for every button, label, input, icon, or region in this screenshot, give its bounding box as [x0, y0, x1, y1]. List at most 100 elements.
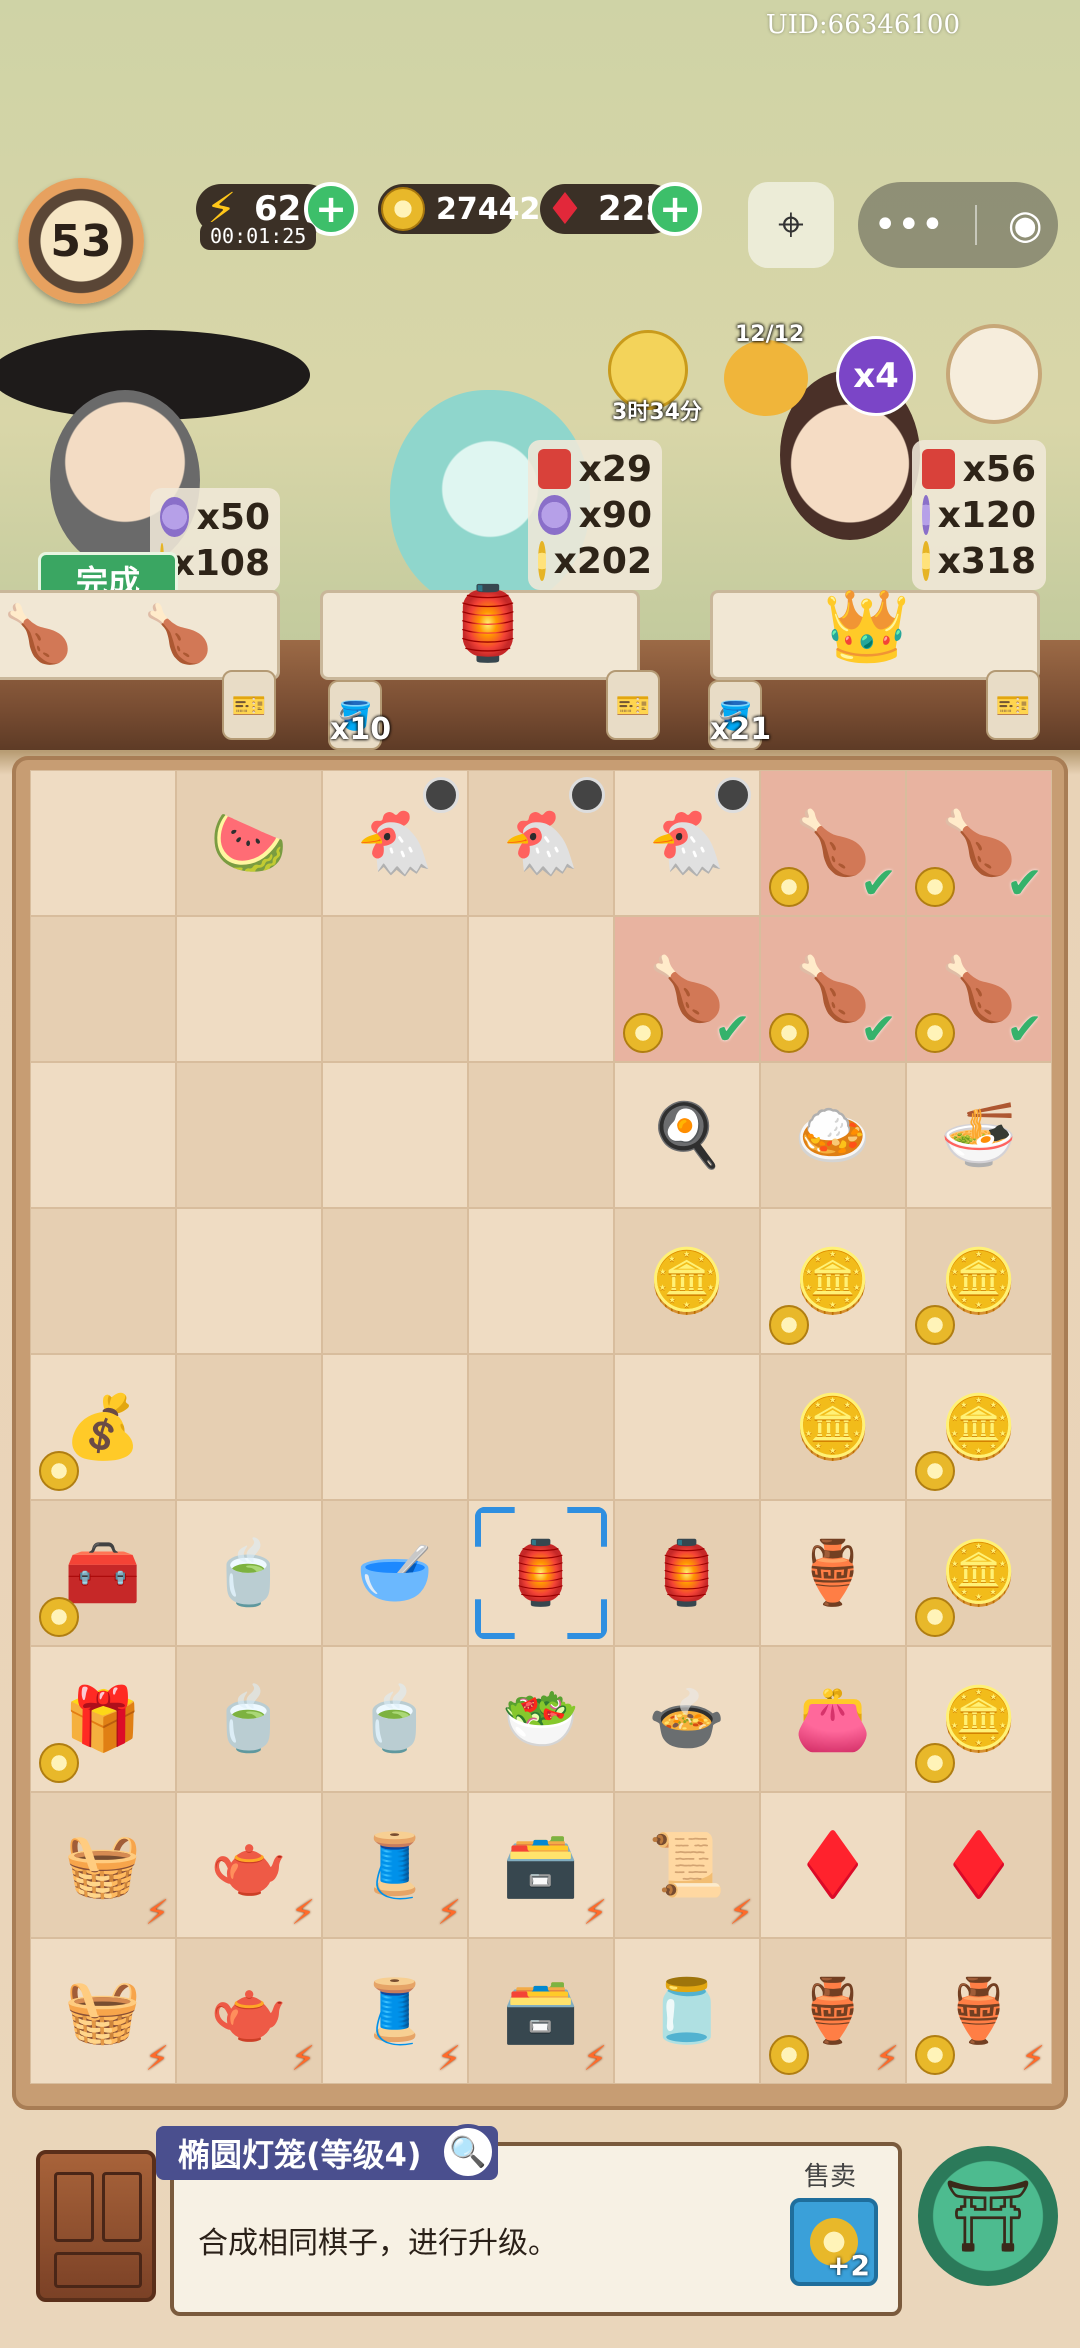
- board-cell[interactable]: 🪙: [906, 1354, 1052, 1500]
- board-cell[interactable]: 🏮: [468, 1500, 614, 1646]
- board-cell[interactable]: [322, 916, 468, 1062]
- storage-cabinet[interactable]: [36, 2150, 156, 2302]
- board-cell[interactable]: [176, 1208, 322, 1354]
- board-cell[interactable]: 🍲: [614, 1646, 760, 1792]
- board-cell[interactable]: [322, 1354, 468, 1500]
- board-cell[interactable]: 🍉: [176, 770, 322, 916]
- board-cell[interactable]: [30, 770, 176, 916]
- spinning-wheel-icon[interactable]: 🧵: [341, 1957, 449, 2065]
- board-cell[interactable]: 🫖 ⚡: [176, 1938, 322, 2084]
- flower-vase-icon[interactable]: 🏺: [779, 1519, 887, 1627]
- board-cell[interactable]: 👛: [760, 1646, 906, 1792]
- board-cell[interactable]: 🪙: [906, 1500, 1052, 1646]
- board-cell[interactable]: 💰: [30, 1354, 176, 1500]
- board-cell[interactable]: 🍛: [760, 1062, 906, 1208]
- board-cell[interactable]: [468, 1208, 614, 1354]
- pavilion-icon[interactable]: ⛩: [918, 2146, 1058, 2286]
- blue-teapot-icon[interactable]: 🫖: [195, 1957, 303, 2065]
- board-cell[interactable]: 🗃️ ⚡: [468, 1792, 614, 1938]
- board-cell[interactable]: 🏺 ⚡: [906, 1938, 1052, 2084]
- board-cell[interactable]: [322, 1208, 468, 1354]
- jewelry-box-icon[interactable]: 🗃️: [487, 1811, 595, 1919]
- board-cell[interactable]: 🥗: [468, 1646, 614, 1792]
- fruit-basket-icon[interactable]: 🧺: [49, 1811, 157, 1919]
- board-cell[interactable]: [468, 916, 614, 1062]
- board-cell[interactable]: [614, 1354, 760, 1500]
- board-cell[interactable]: 🍳: [614, 1062, 760, 1208]
- board-cell[interactable]: 🪙: [760, 1208, 906, 1354]
- board-cell[interactable]: 🧵 ⚡: [322, 1792, 468, 1938]
- board-cell[interactable]: 🪙: [614, 1208, 760, 1354]
- red-gems-icon[interactable]: ♦️: [779, 1811, 887, 1919]
- red-bean-soup-icon[interactable]: 🍲: [633, 1665, 741, 1773]
- fried-egg-icon[interactable]: 🍳: [633, 1081, 741, 1189]
- board-cell[interactable]: 🪙: [906, 1646, 1052, 1792]
- teapot-stove-icon[interactable]: 🫖: [195, 1811, 303, 1919]
- board-cell[interactable]: [468, 1354, 614, 1500]
- board-cell[interactable]: 🪙: [760, 1354, 906, 1500]
- board-cell[interactable]: 🗃️ ⚡: [468, 1938, 614, 2084]
- heart-bubble-icon[interactable]: [724, 340, 808, 416]
- board-cell[interactable]: 🍜: [906, 1062, 1052, 1208]
- board-cell[interactable]: 📜 ⚡: [614, 1792, 760, 1938]
- board-cell[interactable]: 🍗 ✔: [760, 916, 906, 1062]
- board-cell[interactable]: 🍗 ✔: [760, 770, 906, 916]
- golden-bowl-bubble-icon[interactable]: [946, 324, 1042, 424]
- oval-lantern-icon[interactable]: 🏮: [487, 1519, 595, 1627]
- board-cell[interactable]: 🏺: [760, 1500, 906, 1646]
- board-cell[interactable]: 🧵 ⚡: [322, 1938, 468, 2084]
- board-cell[interactable]: 🍵: [176, 1500, 322, 1646]
- chicken-bowl-icon[interactable]: 🍜: [925, 1081, 1033, 1189]
- coin-single-icon[interactable]: 🪙: [633, 1227, 741, 1335]
- ticket-stack-icon[interactable]: 🎫: [986, 670, 1040, 740]
- board-cell[interactable]: 🍗 ✔: [906, 916, 1052, 1062]
- close-target-icon[interactable]: ◉: [1008, 202, 1043, 248]
- ticket-stack-icon[interactable]: 🎫: [606, 670, 660, 740]
- green-tea-icon[interactable]: 🍵: [341, 1665, 449, 1773]
- more-icon[interactable]: •••: [873, 202, 944, 248]
- board-cell[interactable]: 🐔: [322, 770, 468, 916]
- porridge-bowl-icon[interactable]: 🥣: [341, 1519, 449, 1627]
- board-cell[interactable]: [322, 1062, 468, 1208]
- board-cell[interactable]: 🍵: [176, 1646, 322, 1792]
- board-cell[interactable]: [30, 916, 176, 1062]
- board-cell[interactable]: 🍵: [322, 1646, 468, 1792]
- board-cell[interactable]: ♦️: [906, 1792, 1052, 1938]
- open-chest-icon[interactable]: 🗃️: [487, 1957, 595, 2065]
- board-cell[interactable]: 🥣: [322, 1500, 468, 1646]
- board-cell[interactable]: [176, 916, 322, 1062]
- tea-dish-icon[interactable]: 🍵: [195, 1665, 303, 1773]
- fruit-plate-icon[interactable]: 🍉: [195, 789, 303, 897]
- board-cell[interactable]: 🪙: [906, 1208, 1052, 1354]
- board-cell[interactable]: 🧺 ⚡: [30, 1938, 176, 2084]
- food-basket-icon[interactable]: 🧺: [49, 1957, 157, 2065]
- loom-icon[interactable]: 🧵: [341, 1811, 449, 1919]
- board-cell[interactable]: [176, 1062, 322, 1208]
- board-cell[interactable]: 🫖 ⚡: [176, 1792, 322, 1938]
- board-cell[interactable]: [176, 1354, 322, 1500]
- board-cell[interactable]: 🍗 ✔: [614, 916, 760, 1062]
- tea-cup-icon[interactable]: 🍵: [195, 1519, 303, 1627]
- egg-rice-icon[interactable]: 🍛: [779, 1081, 887, 1189]
- map-button[interactable]: ⌖: [748, 182, 834, 268]
- board-cell[interactable]: 🫙: [614, 1938, 760, 2084]
- sell-button[interactable]: +2: [790, 2198, 878, 2286]
- board-cell[interactable]: 🐔: [614, 770, 760, 916]
- board-cell[interactable]: 🧰: [30, 1500, 176, 1646]
- ticket-stack-icon[interactable]: 🎫: [222, 670, 276, 740]
- palace-lantern-icon[interactable]: 🏮: [633, 1519, 741, 1627]
- red-gem-icon[interactable]: ♦️: [925, 1811, 1033, 1919]
- board-cell[interactable]: 🏮: [614, 1500, 760, 1646]
- bean-soup-icon[interactable]: 🥗: [487, 1665, 595, 1773]
- scroll-set-icon[interactable]: 📜: [633, 1811, 741, 1919]
- board-cell[interactable]: 🧺 ⚡: [30, 1792, 176, 1938]
- magnifier-icon[interactable]: 🔍: [440, 2124, 496, 2180]
- board-cell[interactable]: 🏺 ⚡: [760, 1938, 906, 2084]
- purple-pouch-icon[interactable]: 👛: [779, 1665, 887, 1773]
- board-cell[interactable]: ♦️: [760, 1792, 906, 1938]
- board-cell[interactable]: [468, 1062, 614, 1208]
- board-cell[interactable]: 🍗 ✔: [906, 770, 1052, 916]
- board-cell[interactable]: [30, 1062, 176, 1208]
- add-gems-button[interactable]: +: [648, 182, 702, 236]
- board-cell[interactable]: [30, 1208, 176, 1354]
